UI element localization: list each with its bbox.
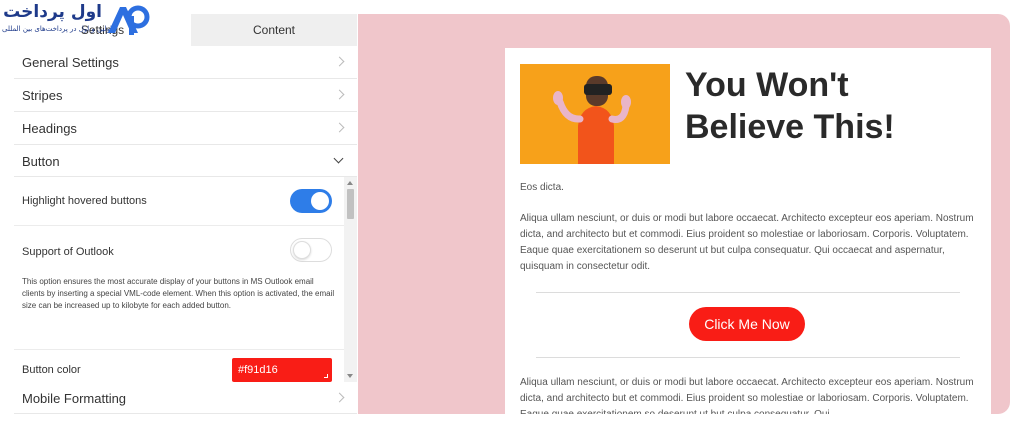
section-mobile-formatting[interactable]: Mobile Formatting (14, 382, 357, 414)
brand-logo: اول پرداخت اولین و اول در پرداخت‌های بین… (0, 0, 152, 42)
toggle-knob (293, 241, 311, 259)
chevron-right-icon (334, 122, 345, 133)
outlook-description: This option ensures the most accurate di… (22, 277, 335, 310)
chevron-down-icon (333, 153, 344, 164)
scroll-up-icon[interactable] (347, 181, 353, 185)
logo-title: اول پرداخت (3, 2, 102, 22)
section-label: Button (22, 154, 60, 169)
hero-vr-image (520, 64, 670, 164)
divider (536, 292, 960, 293)
settings-scrollbar[interactable] (344, 177, 357, 382)
email-preview-area: You Won't Believe This! Eos dicta. Aliqu… (358, 14, 1010, 414)
outlook-support-toggle[interactable] (290, 238, 332, 262)
email-intro: Eos dicta. (520, 182, 564, 193)
highlight-hovered-label: Highlight hovered buttons (22, 195, 147, 207)
email-heading: You Won't Believe This! (685, 66, 895, 146)
scroll-thumb[interactable] (347, 189, 354, 219)
button-color-value: #f91d16 (238, 364, 278, 376)
section-label: Stripes (22, 88, 63, 103)
section-general-settings[interactable]: General Settings (14, 46, 357, 79)
highlight-hovered-row: Highlight hovered buttons (14, 177, 344, 226)
outlook-support-row: Support of Outlook This option ensures t… (14, 226, 344, 350)
click-me-button[interactable]: Click Me Now (689, 307, 805, 341)
outlook-support-label: Support of Outlook (22, 246, 114, 258)
resize-corner-icon (324, 374, 328, 378)
section-label: Headings (22, 121, 77, 136)
button-color-row: Button color #f91d16 (14, 350, 344, 382)
button-color-label: Button color (22, 364, 81, 376)
highlight-hovered-toggle[interactable] (290, 189, 332, 213)
toggle-knob (311, 192, 329, 210)
section-headings[interactable]: Headings (14, 112, 357, 145)
chevron-right-icon (334, 392, 345, 403)
tab-content[interactable]: Content (191, 14, 357, 46)
section-label: General Settings (22, 55, 119, 70)
divider (536, 357, 960, 358)
email-paragraph-2: Aliqua ullam nesciunt, or duis or modi b… (520, 377, 974, 414)
section-label: Mobile Formatting (22, 391, 127, 406)
logo-mark-icon (108, 5, 150, 35)
email-canvas: You Won't Believe This! Eos dicta. Aliqu… (505, 48, 991, 414)
settings-panel: Settings Content General Settings Stripe… (14, 14, 357, 414)
section-stripes[interactable]: Stripes (14, 79, 357, 112)
button-color-field[interactable]: #f91d16 (232, 358, 332, 382)
scroll-down-icon[interactable] (347, 374, 353, 378)
chevron-right-icon (334, 56, 345, 67)
email-paragraph-1: Aliqua ullam nesciunt, or duis or modi b… (520, 213, 974, 272)
section-button[interactable]: Button (14, 145, 357, 177)
button-settings-panel: Highlight hovered buttons Support of Out… (14, 177, 357, 382)
chevron-right-icon (334, 89, 345, 100)
logo-subtitle: اولین و اول در پرداخت‌های بین المللی (2, 25, 112, 33)
